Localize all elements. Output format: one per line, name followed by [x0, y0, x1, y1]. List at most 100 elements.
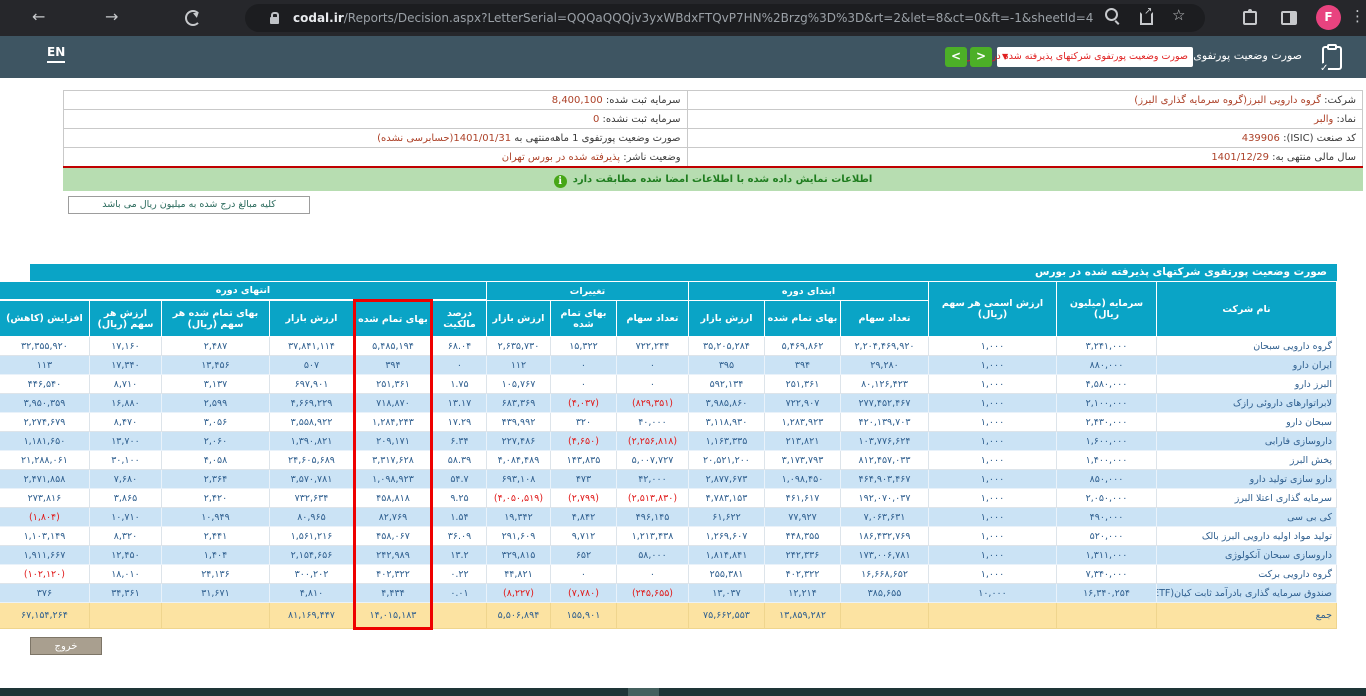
value-cell: ۴۴,۸۲۱: [486, 565, 550, 584]
value-cell: ۱۳,۴۵۶: [161, 356, 269, 375]
value-cell: ۴,۶۶۹,۲۲۹: [269, 394, 354, 413]
value-cell: ۲,۴۷۱,۸۵۸: [0, 470, 89, 489]
value-cell: ۲,۱۵۴,۶۵۶: [269, 546, 354, 565]
info-cell: کد صنعت (ISIC): 439906: [687, 129, 1362, 148]
value-cell: ۵,۵۰۶,۸۹۴: [486, 603, 550, 629]
value-cell: ۱.۷۵: [431, 375, 486, 394]
value-cell: ۱,۰۰۰: [929, 432, 1057, 451]
value-cell: [1057, 603, 1157, 629]
value-cell: ۶.۳۴: [431, 432, 486, 451]
value-cell: ۶۸۳,۳۶۹: [486, 394, 550, 413]
value-cell: ۳۹۴: [354, 356, 431, 375]
value-cell: ۲,۴۸۷: [161, 337, 269, 356]
extensions-icon[interactable]: [1243, 11, 1257, 25]
column-header: سرمایه (میلیون ریال): [1057, 282, 1157, 337]
group-header: انتهای دوره: [0, 282, 486, 301]
value-cell: ۴۶۴,۹۰۳,۴۶۷: [841, 470, 929, 489]
value-cell: ۸,۳۲۰: [89, 527, 161, 546]
forward-icon[interactable]: →: [105, 6, 118, 28]
value-cell: ۲۴۲,۹۸۹: [354, 546, 431, 565]
value-cell: ۱,۱۰۳,۱۴۹: [0, 527, 89, 546]
info-cell: نماد: والبر: [687, 110, 1362, 129]
scrollbar-thumb[interactable]: [628, 688, 659, 696]
horizontal-scrollbar[interactable]: [0, 688, 1366, 696]
company-info-table: شرکت: گروه دارویی البرز(گروه سرمایه گذار…: [63, 90, 1363, 167]
value-cell: ۱۲,۴۵۰: [89, 546, 161, 565]
value-cell: ۵,۴۸۵,۱۹۴: [354, 337, 431, 356]
value-cell: ۸۵۰,۰۰۰: [1057, 470, 1157, 489]
lock-icon[interactable]: [270, 17, 279, 24]
exit-button[interactable]: خروج: [30, 637, 102, 655]
value-cell: ۳,۲۴۱,۰۰۰: [1057, 337, 1157, 356]
value-cell: ۱,۳۱۱,۰۰۰: [1057, 546, 1157, 565]
value-cell: ۳۶.۰۹: [431, 527, 486, 546]
column-header: ارزش اسمی هر سهم (ریال): [929, 282, 1057, 337]
value-cell: ۶۹۳,۱۰۸: [486, 470, 550, 489]
url-text[interactable]: codal.ir/Reports/Decision.aspx?LetterSer…: [293, 11, 1093, 25]
info-cell: سرمایه ثبت شده: 8,400,100: [64, 91, 688, 110]
value-cell: ۱۶,۸۸۰: [89, 394, 161, 413]
back-icon[interactable]: ←: [32, 6, 45, 28]
value-cell: ۲,۴۴۱: [161, 527, 269, 546]
site-header: EN صورت وضعیت پورتفوی ▼ صورت وضعیت پورتف…: [0, 36, 1366, 78]
info-row: سال مالی منتهی به: 1401/12/29وضعیت ناشر:…: [64, 148, 1363, 167]
next-report-button[interactable]: >: [970, 47, 992, 67]
value-cell: ۰.۰۱: [431, 584, 486, 603]
address-bar[interactable]: codal.ir/Reports/Decision.aspx?LetterSer…: [245, 4, 1205, 32]
value-cell: [841, 603, 929, 629]
prev-report-button[interactable]: <: [945, 47, 967, 67]
table-row: ایران دارو۸۸۰,۰۰۰۱,۰۰۰۲۹,۲۸۰۳۹۴۳۹۵۰۰۱۱۲۰…: [0, 356, 1337, 375]
profile-avatar[interactable]: F: [1316, 5, 1341, 30]
value-cell: ۴۴۶,۵۴۰: [0, 375, 89, 394]
browser-menu-icon[interactable]: ⋮: [1350, 7, 1365, 25]
column-header: ارزش بازار: [688, 301, 764, 337]
value-cell: ۸۰,۹۶۵: [269, 508, 354, 527]
value-cell: ۲۵۱,۳۶۱: [765, 375, 841, 394]
value-cell: ۶۹۷,۹۰۱: [269, 375, 354, 394]
value-cell: ۱۴,۰۱۵,۱۸۳: [354, 603, 431, 629]
value-cell: ۱,۰۰۰: [929, 413, 1057, 432]
info-row: شرکت: گروه دارویی البرز(گروه سرمایه گذار…: [64, 91, 1363, 110]
value-cell: (۲,۵۱۳,۸۳۰): [616, 489, 688, 508]
bookmark-star-icon[interactable]: ☆: [1172, 6, 1185, 24]
value-cell: ۳۹۵: [688, 356, 764, 375]
value-cell: ۲,۰۶۰: [161, 432, 269, 451]
value-cell: ۳,۵۷۰,۷۸۱: [269, 470, 354, 489]
column-header: بهای تمام شده: [550, 301, 616, 337]
value-cell: ۸۸۰,۰۰۰: [1057, 356, 1157, 375]
value-cell: ۱,۲۱۳,۴۳۸: [616, 527, 688, 546]
value-cell: (۲,۷۹۹): [550, 489, 616, 508]
value-cell: [431, 603, 486, 629]
value-cell: ۱,۰۹۸,۴۵۰: [765, 470, 841, 489]
info-row: نماد: والبرسرمایه ثبت نشده: 0: [64, 110, 1363, 129]
value-cell: ۱,۰۰۰: [929, 565, 1057, 584]
value-cell: ۲۴,۶۰۵,۶۸۹: [269, 451, 354, 470]
value-cell: ۴۴۸,۳۵۵: [765, 527, 841, 546]
value-cell: ۲,۶۳۵,۷۳۰: [486, 337, 550, 356]
value-cell: ۱۰,۷۱۰: [89, 508, 161, 527]
company-name-cell: ایران دارو: [1157, 356, 1337, 375]
value-cell: ۸۲,۷۶۹: [354, 508, 431, 527]
share-icon[interactable]: [1140, 12, 1153, 25]
table-row: تولید مواد اولیه دارویی البرز بالک۵۲۰,۰۰…: [0, 527, 1337, 546]
language-link[interactable]: EN: [47, 45, 65, 63]
value-cell: ۱,۹۱۱,۶۶۷: [0, 546, 89, 565]
value-cell: ۱۷.۲۹: [431, 413, 486, 432]
company-name-cell: صندوق سرمایه گذاری بادرآمد ثابت کیان(ETF…: [1157, 584, 1337, 603]
value-cell: ۵۰۷: [269, 356, 354, 375]
value-cell: ۱۷۳,۰۰۶,۷۸۱: [841, 546, 929, 565]
value-cell: ۳۰,۱۰۰: [89, 451, 161, 470]
company-name-cell: البرز دارو: [1157, 375, 1337, 394]
value-cell: ۶۸.۰۴: [431, 337, 486, 356]
report-dropdown[interactable]: ▼ صورت وضعیت پورتفوی شرکتهای پذیرفته شده…: [997, 47, 1193, 67]
value-cell: ۰: [616, 565, 688, 584]
reload-icon[interactable]: [185, 10, 201, 26]
zoom-icon[interactable]: [1105, 8, 1118, 21]
value-cell: ۱,۲۸۴,۲۴۳: [354, 413, 431, 432]
value-cell: ۳,۱۱۸,۹۳۰: [688, 413, 764, 432]
side-panel-icon[interactable]: [1281, 11, 1297, 25]
company-name-cell: سبحان دارو: [1157, 413, 1337, 432]
screen: ← → codal.ir/Reports/Decision.aspx?Lette…: [0, 0, 1366, 696]
value-cell: ۴۵۸,۰۶۷: [354, 527, 431, 546]
value-cell: ۷۱۸,۸۷۰: [354, 394, 431, 413]
